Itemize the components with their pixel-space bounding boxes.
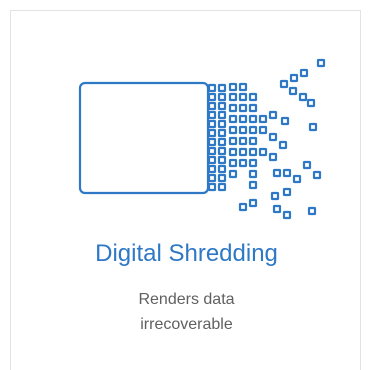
shred-fragment <box>207 146 217 156</box>
shred-fragment <box>238 158 248 168</box>
shred-fragment <box>268 110 278 120</box>
shred-fragment <box>306 98 316 108</box>
shred-fragment <box>279 79 289 89</box>
shred-fragment <box>228 158 238 168</box>
shred-fragment <box>217 164 227 174</box>
shred-fragment <box>217 119 227 129</box>
shred-fragment <box>238 147 248 157</box>
shred-fragment <box>217 92 227 102</box>
shred-fragment <box>228 147 238 157</box>
shred-fragment <box>248 103 258 113</box>
shred-fragment <box>228 136 238 146</box>
shred-fragment <box>207 119 217 129</box>
shred-fragment <box>307 206 317 216</box>
shred-fragment <box>292 174 302 184</box>
shred-fragment <box>207 92 217 102</box>
shred-fragment <box>238 114 248 124</box>
shred-fragment <box>207 128 217 138</box>
shred-fragment <box>207 164 217 174</box>
shred-fragment <box>238 103 248 113</box>
shred-fragment <box>272 204 282 214</box>
shred-fragment <box>217 128 227 138</box>
shred-fragment <box>228 169 238 179</box>
shred-fragment <box>248 180 258 190</box>
shred-fragment <box>217 83 227 93</box>
shred-fragment <box>228 125 238 135</box>
shred-fragment <box>248 114 258 124</box>
shred-fragment <box>299 68 309 78</box>
shred-fragment <box>298 92 308 102</box>
shred-fragment <box>248 169 258 179</box>
shred-fragment <box>258 125 268 135</box>
shred-fragment <box>217 146 227 156</box>
shred-fragment <box>248 147 258 157</box>
shred-fragment <box>258 147 268 157</box>
shred-fragment <box>288 86 298 96</box>
shred-fragment <box>217 137 227 147</box>
shred-fragment <box>248 136 258 146</box>
shred-fragment <box>312 170 322 180</box>
shred-fragment <box>268 132 278 142</box>
shred-fragment <box>282 210 292 220</box>
shred-fragment <box>207 137 217 147</box>
shred-fragment <box>302 160 312 170</box>
shred-fragment <box>207 101 217 111</box>
card-title: Digital Shredding <box>95 240 278 267</box>
shred-fragment <box>228 114 238 124</box>
shred-fragment <box>217 173 227 183</box>
shred-fragment <box>207 182 217 192</box>
shred-fragment <box>228 92 238 102</box>
shred-fragment <box>238 136 248 146</box>
shred-fragment <box>238 82 248 92</box>
digital-shredding-icon <box>78 58 326 220</box>
card-description-line-1: Renders data <box>138 291 235 308</box>
shred-fragment <box>228 103 238 113</box>
shred-fragment <box>282 168 292 178</box>
document-outline-icon <box>78 81 210 195</box>
shred-fragment <box>238 202 248 212</box>
shred-fragment <box>217 110 227 120</box>
shred-fragment <box>217 101 227 111</box>
shred-fragment <box>238 125 248 135</box>
shred-fragment <box>282 187 292 197</box>
shred-fragment <box>248 125 258 135</box>
shred-fragment <box>268 152 278 162</box>
shred-fragment <box>217 182 227 192</box>
shred-fragment <box>308 122 318 132</box>
card-description-line-2: irrecoverable <box>140 316 233 333</box>
shred-fragment <box>270 191 280 201</box>
shred-fragment <box>207 83 217 93</box>
feature-card: Digital Shredding Renders data irrecover… <box>10 10 361 370</box>
shred-fragment <box>248 92 258 102</box>
shred-fragment <box>207 110 217 120</box>
shred-fragment <box>280 116 290 126</box>
card-description: Renders data irrecoverable <box>11 287 362 337</box>
shred-fragment <box>278 140 288 150</box>
shred-fragment <box>217 155 227 165</box>
shred-fragment <box>258 114 268 124</box>
shred-fragment <box>272 168 282 178</box>
shred-fragment <box>289 73 299 83</box>
page: Digital Shredding Renders data irrecover… <box>0 0 374 370</box>
shred-fragment <box>238 92 248 102</box>
shred-fragment <box>228 82 238 92</box>
shred-fragment <box>248 158 258 168</box>
shred-fragment <box>207 173 217 183</box>
shred-fragment <box>316 58 326 68</box>
shred-fragment <box>207 155 217 165</box>
shred-fragment <box>248 198 258 208</box>
